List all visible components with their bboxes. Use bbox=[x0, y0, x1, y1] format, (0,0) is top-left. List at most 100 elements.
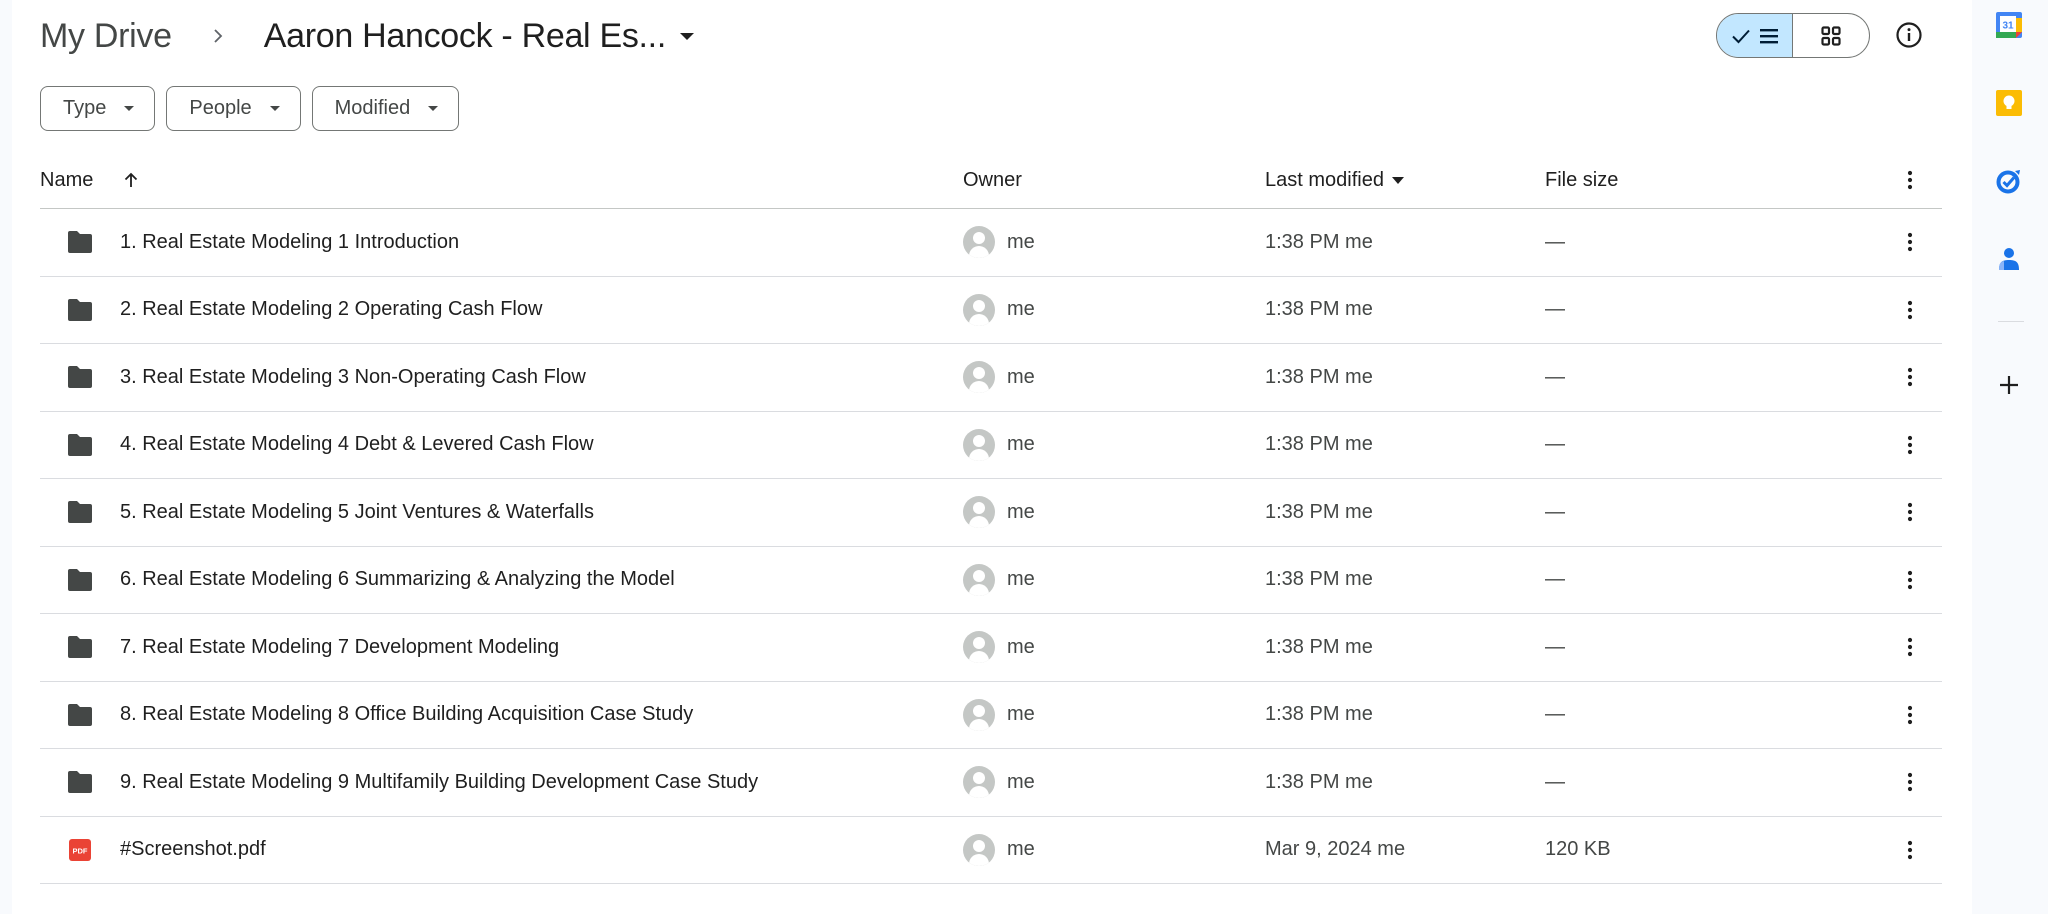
grid-view-button[interactable] bbox=[1793, 14, 1869, 57]
header-name-label: Name bbox=[40, 168, 94, 191]
more-vert-icon bbox=[1907, 840, 1913, 859]
filter-type[interactable]: Type bbox=[40, 86, 156, 131]
breadcrumb-my-drive[interactable]: My Drive bbox=[40, 17, 180, 56]
cell-name: 3. Real Estate Modeling 3 Non-Operating … bbox=[40, 363, 586, 391]
last-modified-text: 1:38 PM me bbox=[1265, 298, 1373, 321]
file-name[interactable]: 4. Real Estate Modeling 4 Debt & Levered… bbox=[120, 433, 594, 456]
table-row[interactable]: 3. Real Estate Modeling 3 Non-Operating … bbox=[40, 344, 1942, 412]
more-vert-icon bbox=[1907, 300, 1913, 319]
cell-owner: me bbox=[963, 631, 1035, 664]
caret-down-icon bbox=[428, 106, 439, 111]
row-more-actions-button[interactable] bbox=[1895, 565, 1925, 595]
owner-name: me bbox=[1007, 433, 1035, 456]
file-name[interactable]: 5. Real Estate Modeling 5 Joint Ventures… bbox=[120, 501, 594, 524]
avatar bbox=[963, 833, 995, 866]
table-row[interactable]: PDF #Screenshot.pdf me Mar 9, 2024 me 12… bbox=[40, 817, 1942, 884]
cell-last-modified: 1:38 PM me bbox=[1265, 231, 1373, 254]
avatar bbox=[963, 361, 995, 394]
cell-owner: me bbox=[963, 361, 1035, 394]
table-row[interactable]: 8. Real Estate Modeling 8 Office Buildin… bbox=[40, 682, 1942, 749]
table-header: Name Owner Last modified File size bbox=[40, 152, 1942, 209]
keep-icon[interactable] bbox=[1994, 88, 2024, 118]
cell-file-size: — bbox=[1545, 433, 1565, 456]
cell-file-size: — bbox=[1545, 298, 1565, 321]
file-name[interactable]: 8. Real Estate Modeling 8 Office Buildin… bbox=[120, 703, 693, 726]
filter-modified[interactable]: Modified bbox=[311, 86, 460, 131]
owner-name: me bbox=[1007, 500, 1035, 523]
table-row[interactable]: 2. Real Estate Modeling 2 Operating Cash… bbox=[40, 277, 1942, 344]
row-more-actions-button[interactable] bbox=[1895, 430, 1925, 460]
file-name[interactable]: #Screenshot.pdf bbox=[120, 838, 266, 861]
cell-name: 2. Real Estate Modeling 2 Operating Cash… bbox=[40, 296, 542, 324]
more-vert-icon bbox=[1907, 435, 1913, 454]
cell-file-size: — bbox=[1545, 771, 1565, 794]
list-view-button[interactable] bbox=[1717, 14, 1793, 57]
more-vert-icon bbox=[1907, 773, 1913, 792]
table-row[interactable]: 9. Real Estate Modeling 9 Multifamily Bu… bbox=[40, 749, 1942, 817]
last-modified-text: 1:38 PM me bbox=[1265, 770, 1373, 793]
file-size-text: — bbox=[1545, 770, 1565, 793]
cell-name: 4. Real Estate Modeling 4 Debt & Levered… bbox=[40, 431, 594, 459]
row-more-actions-button[interactable] bbox=[1895, 362, 1925, 392]
table-row[interactable]: 5. Real Estate Modeling 5 Joint Ventures… bbox=[40, 479, 1942, 547]
file-name[interactable]: 7. Real Estate Modeling 7 Development Mo… bbox=[120, 636, 559, 659]
side-panel: 31 bbox=[1972, 0, 2048, 914]
file-name[interactable]: 1. Real Estate Modeling 1 Introduction bbox=[120, 231, 459, 254]
avatar bbox=[963, 496, 995, 529]
owner-name: me bbox=[1007, 230, 1035, 253]
grid-icon bbox=[1821, 25, 1841, 46]
breadcrumb-current-folder[interactable]: Aaron Hancock - Real Es... bbox=[264, 17, 694, 56]
cell-owner: me bbox=[963, 496, 1035, 529]
folder-icon bbox=[66, 566, 94, 594]
last-modified-text: 1:38 PM me bbox=[1265, 635, 1373, 658]
side-panel-divider bbox=[1998, 321, 2024, 322]
filter-people[interactable]: People bbox=[166, 86, 301, 131]
folder-icon bbox=[66, 768, 94, 796]
header-last-modified-label: Last modified bbox=[1265, 168, 1384, 191]
row-more-actions-button[interactable] bbox=[1895, 700, 1925, 730]
current-folder-label: Aaron Hancock - Real Es... bbox=[263, 16, 667, 55]
calendar-icon[interactable]: 31 bbox=[1994, 10, 2024, 40]
plus-icon bbox=[2000, 376, 2018, 394]
file-name[interactable]: 9. Real Estate Modeling 9 Multifamily Bu… bbox=[120, 771, 758, 794]
cell-last-modified: Mar 9, 2024 me bbox=[1265, 838, 1405, 861]
contacts-icon[interactable] bbox=[1994, 244, 2024, 274]
info-button[interactable] bbox=[1892, 18, 1926, 52]
row-more-actions-button[interactable] bbox=[1895, 767, 1925, 797]
file-name[interactable]: 6. Real Estate Modeling 6 Summarizing & … bbox=[120, 568, 675, 591]
column-options-button[interactable] bbox=[1895, 165, 1925, 195]
table-row[interactable]: 7. Real Estate Modeling 7 Development Mo… bbox=[40, 614, 1942, 682]
owner-name: me bbox=[1007, 770, 1035, 793]
header-last-modified[interactable]: Last modified bbox=[1265, 169, 1404, 192]
header-name[interactable]: Name bbox=[40, 169, 141, 192]
drive-app: My Drive Aaron Hancock - Real Es... Type… bbox=[0, 0, 2048, 914]
avatar bbox=[963, 293, 995, 326]
row-more-actions-button[interactable] bbox=[1895, 835, 1925, 865]
file-name[interactable]: 3. Real Estate Modeling 3 Non-Operating … bbox=[120, 366, 586, 389]
cell-owner: me bbox=[963, 833, 1035, 866]
folder-icon bbox=[66, 296, 94, 324]
calendar-day: 31 bbox=[2002, 21, 2014, 32]
file-size-text: — bbox=[1545, 433, 1565, 456]
row-more-actions-button[interactable] bbox=[1895, 295, 1925, 325]
filter-chips: Type People Modified bbox=[40, 86, 460, 131]
cell-file-size: — bbox=[1545, 231, 1565, 254]
file-size-text: — bbox=[1545, 500, 1565, 523]
file-name[interactable]: 2. Real Estate Modeling 2 Operating Cash… bbox=[120, 298, 542, 321]
row-more-actions-button[interactable] bbox=[1895, 497, 1925, 527]
table-row[interactable]: 4. Real Estate Modeling 4 Debt & Levered… bbox=[40, 412, 1942, 479]
folder-icon bbox=[66, 701, 94, 729]
row-more-actions-button[interactable] bbox=[1895, 632, 1925, 662]
add-addon-button[interactable] bbox=[1994, 370, 2024, 400]
cell-last-modified: 1:38 PM me bbox=[1265, 568, 1373, 591]
cell-last-modified: 1:38 PM me bbox=[1265, 501, 1373, 524]
table-row[interactable]: 6. Real Estate Modeling 6 Summarizing & … bbox=[40, 547, 1942, 614]
cell-name: 9. Real Estate Modeling 9 Multifamily Bu… bbox=[40, 768, 758, 796]
file-size-text: 120 KB bbox=[1545, 838, 1611, 861]
row-more-actions-button[interactable] bbox=[1895, 227, 1925, 257]
tasks-icon[interactable] bbox=[1994, 166, 2024, 196]
table-row[interactable]: 1. Real Estate Modeling 1 Introduction m… bbox=[40, 209, 1942, 277]
owner-name: me bbox=[1007, 635, 1035, 658]
sort-arrow-up-icon[interactable] bbox=[121, 170, 141, 190]
cell-name: 6. Real Estate Modeling 6 Summarizing & … bbox=[40, 566, 675, 594]
